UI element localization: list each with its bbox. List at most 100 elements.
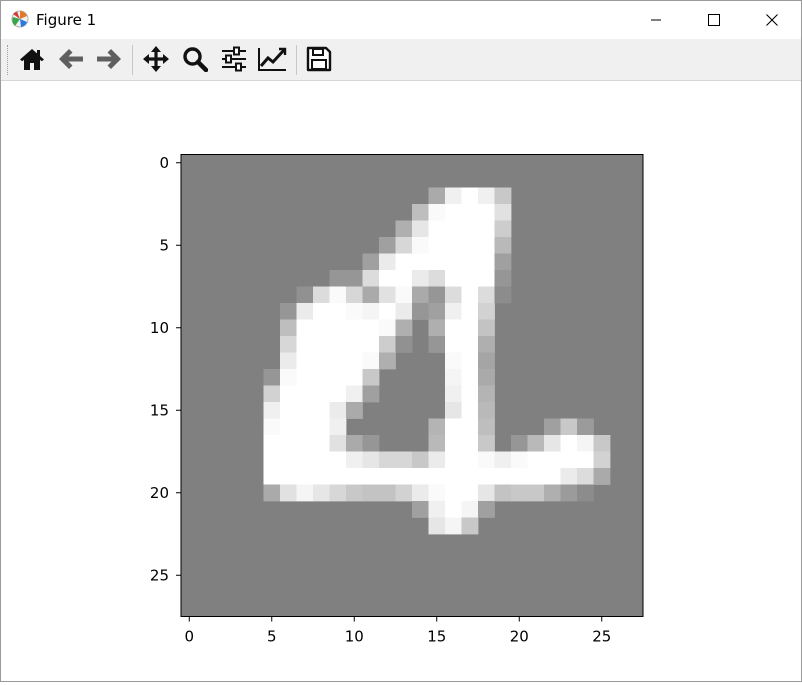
image-pixel [461, 484, 479, 502]
image-pixel [494, 451, 512, 469]
image-pixel [478, 369, 495, 386]
image-pixel [263, 369, 281, 386]
image-pixel [362, 385, 380, 403]
home-icon [20, 49, 44, 70]
image-pixel [296, 369, 314, 386]
toolbar-separator [132, 45, 133, 75]
image-pixel [346, 402, 363, 419]
image-pixel [544, 451, 561, 469]
edit-axes-button[interactable] [255, 42, 289, 76]
image-pixel [280, 435, 297, 452]
image-pixel [494, 468, 512, 485]
image-pixel [313, 435, 330, 452]
image-pixel [313, 484, 330, 502]
image-pixel [412, 303, 429, 320]
image-pixel [346, 468, 363, 485]
image-pixel [428, 484, 446, 502]
pan-button[interactable] [139, 42, 173, 76]
image-pixel [412, 286, 429, 304]
image-pixel [445, 517, 462, 535]
image-pixel [445, 352, 462, 370]
x-tick-label: 5 [267, 628, 277, 646]
title-bar[interactable]: Figure 1 [1, 1, 801, 39]
image-pixel [296, 319, 314, 337]
image-pixel [478, 484, 495, 502]
image-pixel [428, 435, 446, 452]
image-pixel [544, 418, 561, 436]
image-pixel [511, 435, 528, 452]
image-pixel [461, 402, 479, 419]
image-pixel [445, 451, 462, 469]
image-pixel [313, 402, 330, 419]
image-pixel [362, 451, 380, 469]
figure-canvas[interactable]: 0 5 10 15 20 25 0 5 10 15 20 25 [1, 81, 801, 681]
x-tick-label: 15 [427, 628, 446, 646]
zoom-button[interactable] [178, 42, 212, 76]
image-pixel [313, 385, 330, 403]
image-pixel [478, 501, 495, 518]
image-pixel [527, 484, 545, 502]
image-pixel [379, 468, 396, 485]
image-pixel [362, 468, 380, 485]
image-pixel [428, 220, 446, 238]
image-pixel [313, 303, 330, 320]
x-axis: 0 5 10 15 20 25 [184, 616, 611, 646]
image-pixel [461, 220, 479, 238]
image-pixel [428, 286, 446, 304]
move-icon [143, 46, 169, 72]
forward-button[interactable] [92, 42, 126, 76]
image-pixel [346, 319, 363, 337]
configure-subplots-button[interactable] [217, 42, 251, 76]
image-pixel [263, 385, 281, 403]
image-pixel [280, 352, 297, 370]
image-pixel [577, 484, 594, 502]
y-axis: 0 5 10 15 20 25 [150, 154, 181, 584]
image-pixel [395, 451, 413, 469]
minimize-button[interactable] [627, 1, 685, 39]
navigation-toolbar [1, 39, 801, 81]
image-pixel [461, 517, 479, 535]
image-pixel [362, 369, 380, 386]
image-plot[interactable]: 0 5 10 15 20 25 0 5 10 15 20 25 [1, 81, 801, 681]
image-pixel [577, 418, 594, 436]
line-chart-icon [258, 47, 287, 71]
image-pixel [412, 204, 429, 221]
save-button[interactable] [302, 42, 336, 76]
image-pixel [445, 253, 462, 271]
back-button[interactable] [54, 42, 88, 76]
image-pixel [428, 237, 446, 254]
image-pixel [329, 319, 347, 337]
image-pixel [296, 451, 314, 469]
y-tick-label: 20 [150, 484, 169, 502]
image-pixel [329, 468, 347, 485]
image-pixel [461, 501, 479, 518]
image-pixel [461, 385, 479, 403]
image-pixel [395, 253, 413, 271]
image-pixel [329, 451, 347, 469]
maximize-button[interactable] [685, 1, 743, 39]
image-pixel [313, 352, 330, 370]
image-pixel [329, 418, 347, 436]
image-pixel [445, 220, 462, 238]
image-pixel [296, 303, 314, 320]
image-pixel [412, 253, 429, 271]
image-pixel [478, 237, 495, 254]
image-pixel [263, 435, 281, 452]
image-pixel [263, 484, 281, 502]
y-tick-label: 25 [150, 566, 169, 584]
image-pixel [329, 352, 347, 370]
image-pixel [428, 270, 446, 287]
image-pixel [329, 484, 347, 502]
close-button[interactable] [743, 1, 801, 39]
image-pixel [395, 484, 413, 502]
image-pixel [362, 352, 380, 370]
image-pixel [412, 468, 429, 485]
image-pixel [445, 468, 462, 485]
image-pixel [461, 451, 479, 469]
magnifier-icon [183, 47, 208, 72]
home-button[interactable] [15, 42, 49, 76]
image-pixel [478, 468, 495, 485]
image-pixel [445, 303, 462, 320]
image-pixel [296, 418, 314, 436]
image-pixel [296, 352, 314, 370]
